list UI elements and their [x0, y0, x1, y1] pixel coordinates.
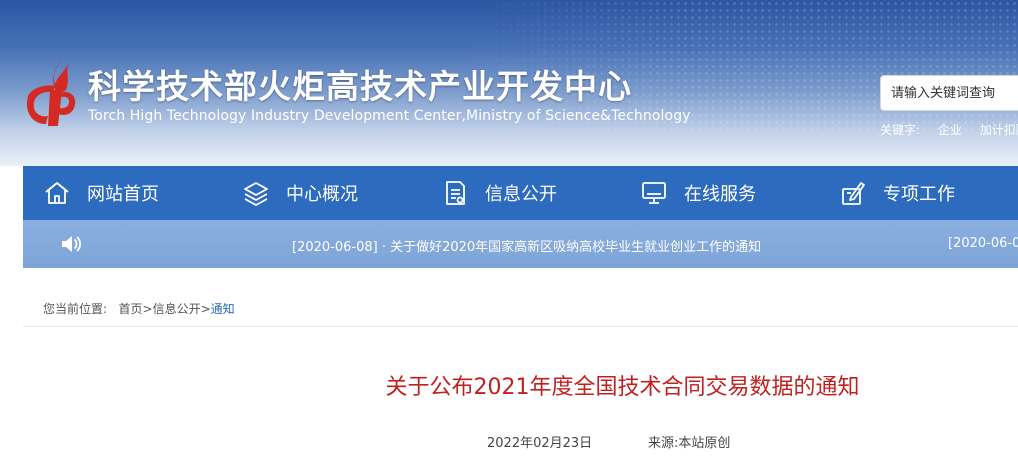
nav-item-label: 信息公开	[485, 184, 557, 205]
breadcrumb-label: 您当前位置:	[43, 302, 108, 316]
nav-item-about[interactable]: 中心概况	[222, 166, 421, 220]
content-divider	[23, 326, 1018, 327]
site-header: 科学技术部火炬高技术产业开发中心 Torch High Technology I…	[0, 0, 1018, 166]
nav-item-service[interactable]: 在线服务	[620, 166, 819, 220]
monitor-icon	[642, 182, 666, 204]
site-title: 科学技术部火炬高技术产业开发中心	[88, 67, 632, 106]
nav-item-label: 中心概况	[286, 184, 358, 205]
home-icon	[45, 182, 69, 204]
breadcrumb-separator: >	[142, 302, 153, 316]
pen-icon	[842, 182, 865, 205]
breadcrumb-info-link[interactable]: 信息公开	[153, 302, 201, 316]
main-nav: 网站首页 中心概况 信息公开 在线服务 专项工作	[23, 166, 1018, 220]
layers-icon	[244, 182, 268, 206]
search-keywords: 关键字: 企业 加计扣除	[880, 121, 1018, 138]
ticker-news-link[interactable]: [2020-06-0	[948, 236, 1018, 251]
nav-item-label: 在线服务	[684, 184, 756, 205]
search-input[interactable]	[880, 75, 1018, 111]
document-icon	[446, 181, 465, 205]
nav-item-special[interactable]: 专项工作	[819, 166, 1018, 220]
speaker-icon	[62, 236, 82, 252]
keywords-label: 关键字:	[880, 123, 921, 137]
article-title: 关于公布2021年度全国技术合同交易数据的通知	[385, 375, 860, 400]
article-source: 来源:本站原创	[648, 436, 731, 451]
torch-logo-icon[interactable]	[22, 56, 80, 128]
nav-item-label: 专项工作	[883, 184, 955, 205]
article-date: 2022年02月23日	[487, 436, 593, 451]
site-subtitle: Torch High Technology Industry Developme…	[88, 108, 691, 124]
nav-item-label: 网站首页	[87, 184, 159, 205]
news-ticker: [2020-06-08] · 关于做好2020年国家高新区吸纳高校毕业生就业创业…	[23, 220, 1018, 268]
breadcrumb-current[interactable]: 通知	[211, 302, 235, 316]
keyword-link[interactable]: 企业	[938, 123, 962, 137]
ticker-news-link[interactable]: [2020-06-08] · 关于做好2020年国家高新区吸纳高校毕业生就业创业…	[292, 236, 761, 255]
breadcrumb: 您当前位置: 首页>信息公开>通知	[43, 300, 235, 317]
nav-item-home[interactable]: 网站首页	[23, 166, 222, 220]
breadcrumb-separator: >	[200, 302, 211, 316]
breadcrumb-home-link[interactable]: 首页	[119, 302, 143, 316]
nav-item-info[interactable]: 信息公开	[421, 166, 620, 220]
keyword-link[interactable]: 加计扣除	[980, 123, 1018, 137]
